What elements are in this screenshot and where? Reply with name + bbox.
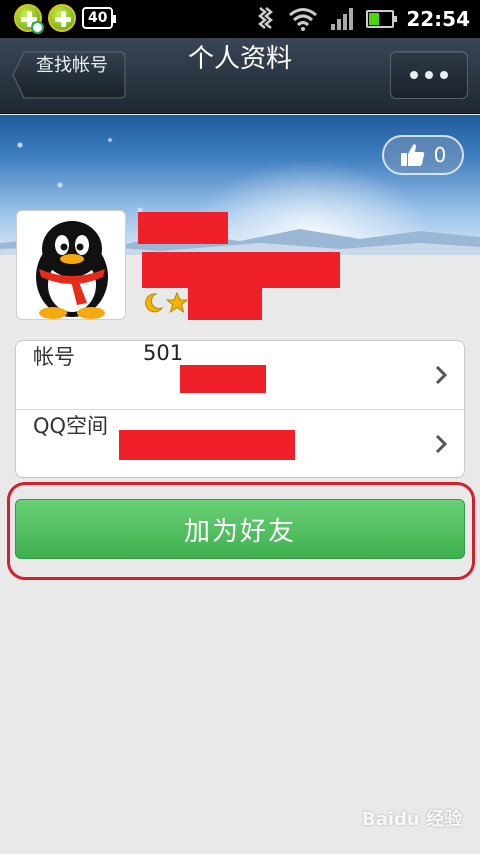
watermark: Baidu 经验 (362, 809, 463, 830)
network-badge: 40 (82, 7, 118, 29)
more-dot-icon (410, 71, 418, 79)
moon-icon (145, 293, 164, 313)
status-bar: 40 22:54 (0, 0, 480, 38)
wifi-icon (289, 8, 318, 31)
account-label: 帐号 (33, 345, 75, 369)
app-360-icon (48, 4, 76, 32)
status-time: 22:54 (406, 7, 470, 31)
like-button[interactable]: 0 (382, 135, 464, 175)
chevron-right-icon (435, 365, 448, 385)
more-button[interactable] (390, 51, 468, 99)
star-icon (166, 292, 188, 314)
qq-penguin-avatar-icon (36, 221, 108, 319)
battery-icon (366, 10, 398, 28)
level-icons (142, 292, 188, 314)
redacted-level (188, 286, 262, 320)
redacted-qzone (119, 430, 295, 460)
more-dot-icon (440, 71, 448, 79)
vibrate-icon (258, 7, 274, 29)
title-bar: 查找帐号 个人资料 (0, 38, 480, 114)
app-360-icon (14, 4, 44, 34)
redacted-account (180, 365, 266, 393)
info-card: 帐号 501 QQ空间 (15, 340, 465, 478)
back-button[interactable]: 查找帐号 (12, 51, 126, 99)
back-button-label: 查找帐号 (36, 55, 108, 76)
account-row[interactable]: 帐号 501 (16, 341, 464, 409)
system-icons: 22:54 (254, 2, 470, 36)
qzone-label: QQ空间 (33, 414, 109, 438)
redacted-nickname (138, 212, 228, 244)
qzone-row[interactable]: QQ空间 (16, 410, 464, 478)
notification-icons: 40 (14, 4, 118, 34)
like-count: 0 (433, 143, 447, 167)
add-friend-button[interactable]: 加为好友 (15, 499, 465, 559)
redacted-signature (142, 252, 340, 288)
thumbs-up-icon (400, 144, 424, 166)
avatar[interactable] (16, 210, 126, 320)
chevron-right-icon (435, 434, 448, 454)
signal-icon (331, 8, 354, 30)
more-dot-icon (425, 71, 433, 79)
account-value: 501 (143, 341, 184, 365)
